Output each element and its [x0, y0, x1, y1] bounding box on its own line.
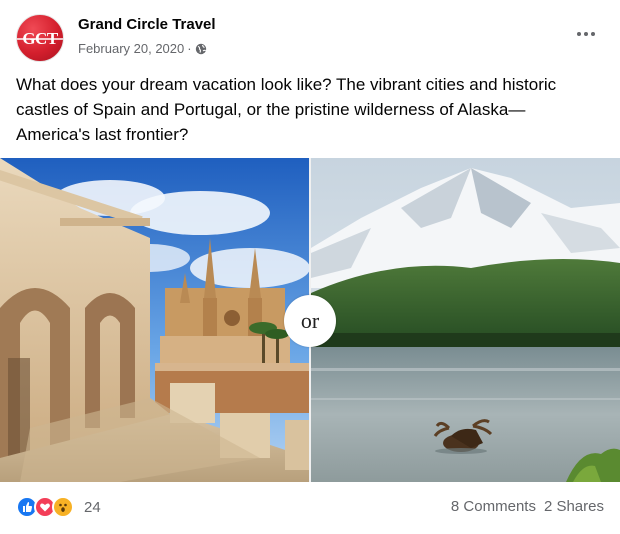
reaction-count[interactable]: 24 — [84, 499, 101, 516]
alaska-moose-photo — [311, 158, 620, 482]
more-options-button[interactable] — [568, 22, 604, 46]
comments-count-link[interactable]: 8 Comments — [451, 498, 536, 515]
avatar-logo-text: GCT — [22, 29, 58, 48]
more-options-icon — [591, 32, 595, 36]
or-badge: or — [284, 295, 336, 347]
post-body-text: What does your dream vacation look like?… — [16, 75, 557, 144]
page-name-link[interactable]: Grand Circle Travel — [78, 16, 216, 33]
engagement-counts: 8 Comments 2 Shares — [451, 498, 604, 515]
wow-icon — [52, 496, 74, 518]
meta-separator: · — [187, 41, 192, 56]
post-image[interactable]: or — [0, 158, 620, 482]
post-date[interactable]: February 20, 2020 — [78, 41, 184, 56]
reactions-summary[interactable]: 24 — [16, 496, 101, 518]
more-options-icon — [577, 32, 581, 36]
spain-castle-photo — [0, 158, 309, 482]
page-avatar[interactable]: GCT — [16, 14, 64, 62]
post-header: GCT Grand Circle Travel February 20, 202… — [16, 12, 604, 62]
globe-icon[interactable] — [195, 43, 207, 55]
post-footer: 24 8 Comments 2 Shares — [16, 494, 604, 522]
post-meta: February 20, 2020 · — [78, 41, 207, 56]
shares-count-link[interactable]: 2 Shares — [544, 498, 604, 515]
more-options-icon — [584, 32, 588, 36]
